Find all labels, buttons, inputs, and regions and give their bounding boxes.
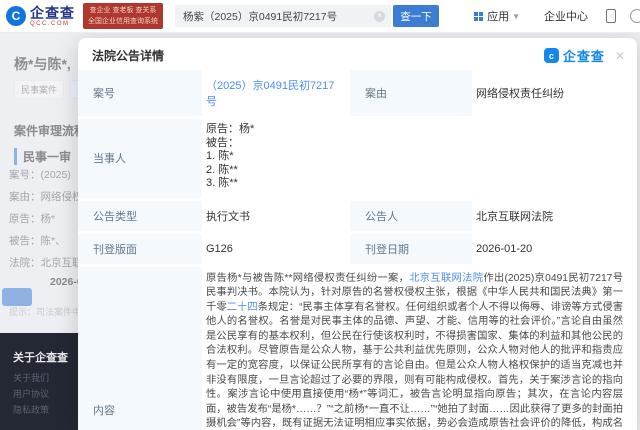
- qcc-logo-text: 企查查: [30, 6, 75, 20]
- label-notice-type: 公告类型: [78, 201, 202, 231]
- search-box: ✕: [175, 5, 391, 27]
- qcc-logo[interactable]: C 企查查 QCC.COM: [6, 6, 75, 27]
- party-defendant-1: 1. 陈*: [206, 150, 627, 164]
- content-p1: 原告杨*与被告陈**网络侵权责任纠纷一案，: [206, 273, 409, 284]
- page-footer: 关于企查查 关于我们 用户协议 隐私政策: [0, 333, 80, 430]
- mobile-app-icon[interactable]: [606, 9, 616, 23]
- court-link[interactable]: 北京互联网法院: [409, 273, 483, 284]
- announcer-value: 北京互联网法院: [472, 201, 637, 231]
- qcc-logo-icon: C: [6, 6, 26, 26]
- qcc-brand-name: 企查查: [563, 46, 605, 65]
- party-defendant-2: 2. 陈**: [206, 164, 627, 178]
- announcement-text: 原告杨*与被告陈**网络侵权责任纠纷一案，北京互联网法院作出(2025)京049…: [206, 272, 623, 430]
- search-input[interactable]: [181, 9, 374, 23]
- promo-badge: 查企业 查老板 查关系 全国企业信用查询系统: [83, 3, 163, 29]
- top-navbar: C 企查查 QCC.COM 查企业 查老板 查关系 全国企业信用查询系统 ✕ 查…: [0, 0, 640, 33]
- publish-date-value: 2026-01-20: [472, 234, 637, 264]
- qcc-logo-domain: QCC.COM: [30, 21, 75, 27]
- footer-link-about[interactable]: 关于我们: [13, 371, 49, 384]
- case-no-link[interactable]: （2025）京0491民初7217号: [206, 77, 340, 109]
- label-page-no: 刊登版面: [78, 234, 202, 264]
- label-parties: 当事人: [78, 119, 202, 198]
- close-icon[interactable]: ✕: [615, 49, 625, 63]
- user-avatar-icon[interactable]: [630, 9, 640, 23]
- promo-line1: 查企业 查老板 查关系: [88, 5, 158, 16]
- chevron-down-icon: ▼: [512, 12, 520, 21]
- party-defendant-3: 3. 陈**: [206, 177, 627, 191]
- label-case-no: 案号: [78, 70, 202, 116]
- table-row: 刊登版面 G126 刊登日期 2026-01-20: [78, 234, 637, 264]
- table-row: 案号 （2025）京0491民初7217号 案由 网络侵权责任纠纷: [78, 70, 637, 116]
- parties-value: 原告：杨* 被告： 1. 陈* 2. 陈** 3. 陈**: [202, 119, 637, 198]
- apps-menu[interactable]: 应用 ▼: [474, 8, 520, 24]
- notice-type-value: 执行文书: [202, 201, 350, 231]
- page-no-value: G126: [202, 234, 350, 264]
- table-row: 内容 原告杨*与被告陈**网络侵权责任纠纷一案，北京互联网法院作出(2025)京…: [78, 267, 637, 430]
- topbar-right-group: 应用 ▼ 企业中心: [474, 8, 638, 24]
- footer-link-privacy[interactable]: 隐私政策: [13, 403, 49, 416]
- table-row: 公告类型 执行文书 公告人 北京互联网法院: [78, 201, 637, 231]
- modal-title: 法院公告详情: [92, 47, 164, 64]
- content-value: 原告杨*与被告陈**网络侵权责任纠纷一案，北京互联网法院作出(2025)京049…: [202, 267, 637, 430]
- cause-value: 网络侵权责任纠纷: [472, 70, 637, 116]
- apps-label: 应用: [487, 8, 509, 24]
- enterprise-center-link[interactable]: 企业中心: [544, 8, 588, 24]
- footer-link-terms[interactable]: 用户协议: [13, 387, 49, 400]
- qcc-brand-icon: c: [544, 48, 559, 63]
- promo-line2: 全国企业信用查询系统: [88, 16, 158, 27]
- qcc-logo-text-block: 企查查 QCC.COM: [30, 6, 75, 27]
- party-plaintiff: 原告：杨*: [206, 123, 627, 137]
- clear-search-icon[interactable]: ✕: [374, 11, 385, 22]
- court-announcement-modal: 法院公告详情 c 企查查 ✕ 案号 （2025）京0491民初7217号 案由 …: [78, 38, 637, 430]
- table-row: 当事人 原告：杨* 被告： 1. 陈* 2. 陈** 3. 陈**: [78, 119, 637, 198]
- law-article-highlight: 二十四: [227, 302, 258, 313]
- apps-grid-icon: [474, 12, 483, 21]
- search-button[interactable]: 查一下: [393, 5, 439, 27]
- modal-brand: c 企查查: [544, 46, 605, 65]
- label-content: 内容: [78, 267, 202, 430]
- modal-header: 法院公告详情 c 企查查 ✕: [78, 38, 637, 70]
- label-announcer: 公告人: [350, 201, 472, 231]
- party-defendant-head: 被告：: [206, 137, 627, 151]
- label-cause: 案由: [350, 70, 472, 116]
- content-p3: 条规定：“民事主体享有名誉权。任何组织或者个人不得以侮辱、诽谤等方式侵害他人的名…: [206, 302, 623, 430]
- label-publish-date: 刊登日期: [350, 234, 472, 264]
- footer-about-title: 关于企查查: [13, 349, 68, 365]
